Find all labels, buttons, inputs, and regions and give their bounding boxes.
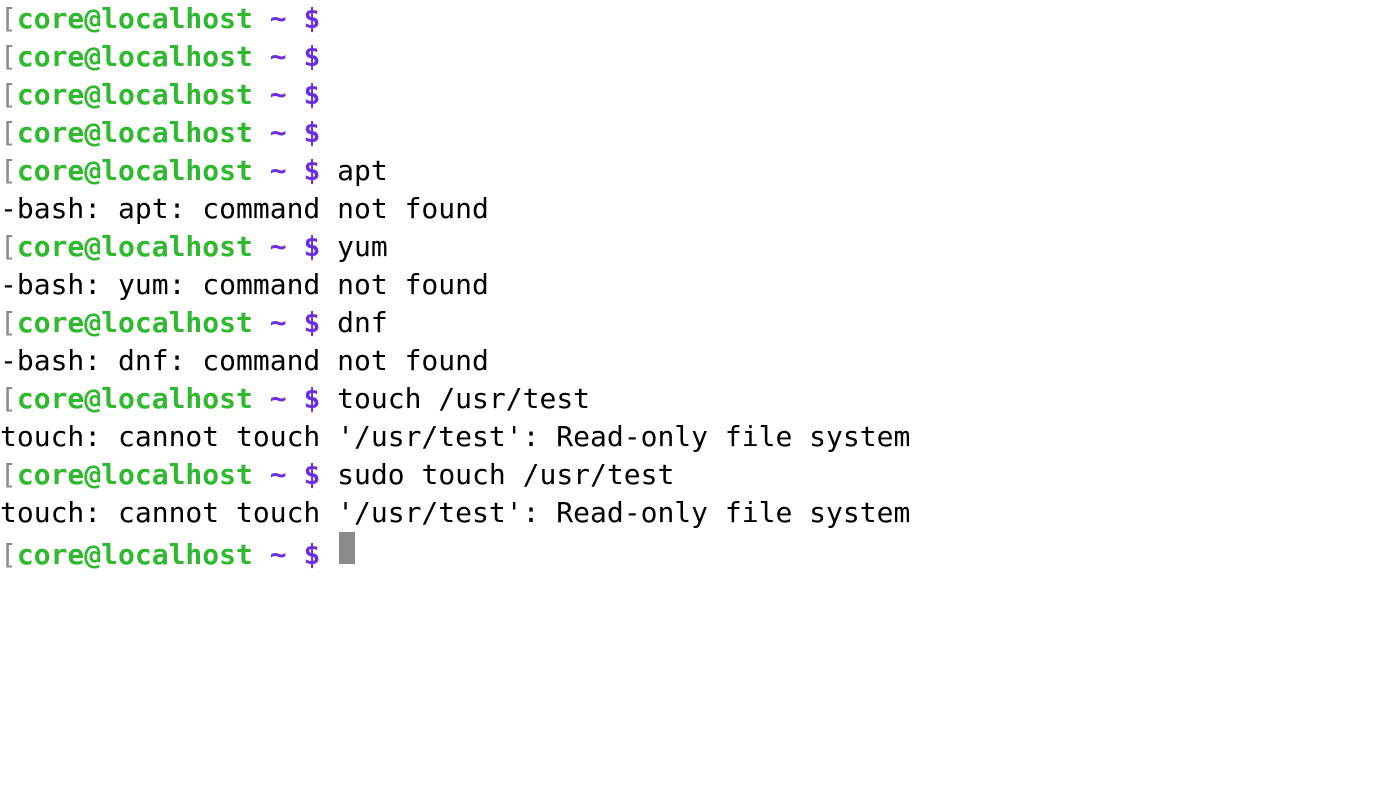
prompt-user-host: core@localhost: [17, 304, 253, 342]
prompt-user-host: core@localhost: [17, 114, 253, 152]
prompt-user-host: core@localhost: [17, 0, 253, 38]
prompt-bracket: [: [0, 38, 17, 76]
output-line: touch: cannot touch '/usr/test': Read-on…: [0, 494, 1388, 532]
command-text: touch /usr/test: [337, 380, 590, 418]
prompt-line: [core@localhost ~ $: [0, 76, 1388, 114]
prompt-bracket: [: [0, 114, 17, 152]
cursor: [339, 532, 355, 564]
prompt-bracket: [: [0, 456, 17, 494]
prompt-dollar: $: [303, 456, 320, 494]
prompt-user-host: core@localhost: [17, 536, 253, 574]
prompt-dollar: $: [303, 152, 320, 190]
prompt-dollar: $: [303, 38, 320, 76]
prompt-tilde: ~: [270, 228, 287, 266]
prompt-user-host: core@localhost: [17, 228, 253, 266]
prompt-user-host: core@localhost: [17, 38, 253, 76]
prompt-dollar: $: [303, 304, 320, 342]
prompt-user-host: core@localhost: [17, 456, 253, 494]
prompt-line: [core@localhost ~ $ dnf: [0, 304, 1388, 342]
prompt-dollar: $: [303, 380, 320, 418]
command-text: apt: [337, 152, 388, 190]
command-text: sudo touch /usr/test: [337, 456, 674, 494]
prompt-bracket: [: [0, 152, 17, 190]
prompt-dollar: $: [303, 114, 320, 152]
output-line: -bash: yum: command not found: [0, 266, 1388, 304]
terminal[interactable]: [core@localhost ~ $ [core@localhost ~ $ …: [0, 0, 1388, 574]
prompt-line: [core@localhost ~ $ apt: [0, 152, 1388, 190]
command-text: yum: [337, 228, 388, 266]
prompt-dollar: $: [303, 0, 320, 38]
prompt-user-host: core@localhost: [17, 76, 253, 114]
prompt-line: [core@localhost ~ $: [0, 114, 1388, 152]
prompt-line: [core@localhost ~ $: [0, 38, 1388, 76]
prompt-tilde: ~: [270, 536, 287, 574]
prompt-bracket: [: [0, 228, 17, 266]
prompt-line: [core@localhost ~ $: [0, 532, 1388, 574]
output-line: -bash: dnf: command not found: [0, 342, 1388, 380]
prompt-line: [core@localhost ~ $: [0, 0, 1388, 38]
prompt-tilde: ~: [270, 304, 287, 342]
command-text: dnf: [337, 304, 388, 342]
prompt-dollar: $: [303, 536, 320, 574]
prompt-tilde: ~: [270, 152, 287, 190]
output-line: -bash: apt: command not found: [0, 190, 1388, 228]
output-line: touch: cannot touch '/usr/test': Read-on…: [0, 418, 1388, 456]
prompt-bracket: [: [0, 304, 17, 342]
prompt-line: [core@localhost ~ $ sudo touch /usr/test: [0, 456, 1388, 494]
prompt-bracket: [: [0, 380, 17, 418]
prompt-user-host: core@localhost: [17, 380, 253, 418]
prompt-tilde: ~: [270, 0, 287, 38]
prompt-tilde: ~: [270, 456, 287, 494]
prompt-tilde: ~: [270, 380, 287, 418]
prompt-tilde: ~: [270, 76, 287, 114]
prompt-line: [core@localhost ~ $ touch /usr/test: [0, 380, 1388, 418]
prompt-dollar: $: [303, 228, 320, 266]
prompt-user-host: core@localhost: [17, 152, 253, 190]
prompt-dollar: $: [303, 76, 320, 114]
prompt-tilde: ~: [270, 38, 287, 76]
prompt-tilde: ~: [270, 114, 287, 152]
prompt-bracket: [: [0, 536, 17, 574]
prompt-bracket: [: [0, 0, 17, 38]
prompt-line: [core@localhost ~ $ yum: [0, 228, 1388, 266]
prompt-bracket: [: [0, 76, 17, 114]
